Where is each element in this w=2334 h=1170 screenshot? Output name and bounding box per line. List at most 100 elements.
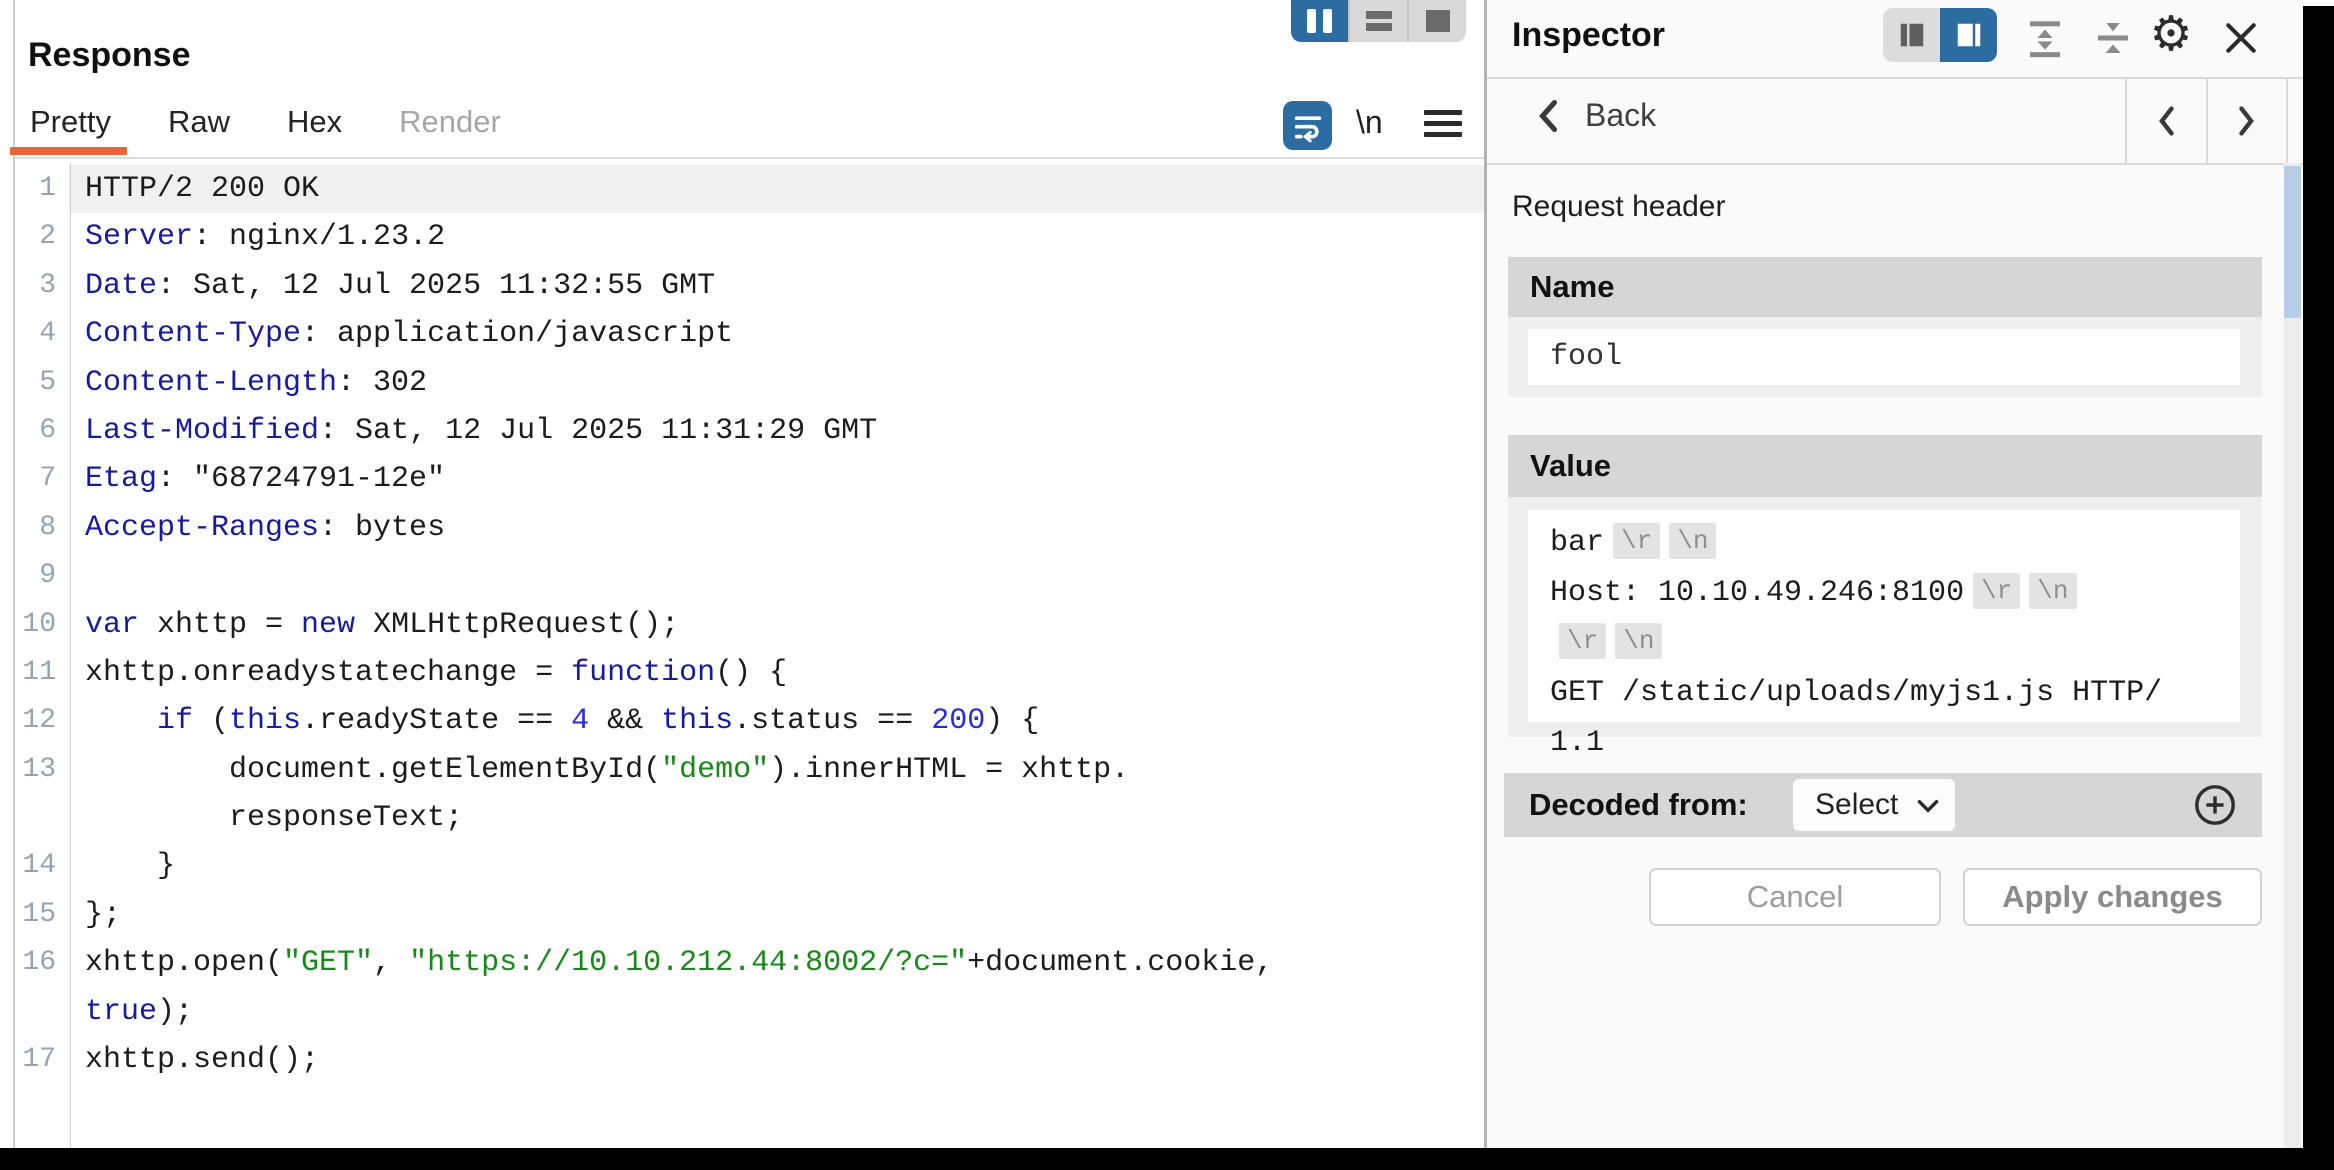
expand-all-button[interactable]	[2019, 12, 2071, 64]
code-text: responseText;	[69, 794, 1484, 842]
value-line: GET /static/uploads/myjs1.js HTTP/	[1550, 668, 2240, 718]
code-text: };	[69, 891, 1484, 939]
code-text: Content-Length: 302	[69, 359, 1484, 407]
line-number: 14	[14, 842, 56, 890]
code-line: true);	[14, 988, 1484, 1036]
tab-hex[interactable]: Hex	[287, 104, 342, 155]
screen-edge-right	[2303, 6, 2334, 1170]
line-number: 16	[14, 939, 56, 987]
scrollbar-thumb[interactable]	[2284, 166, 2301, 318]
code-line: 11xhttp.onreadystatechange = function() …	[14, 649, 1484, 697]
tab-pretty[interactable]: Pretty	[30, 104, 111, 155]
line-number: 12	[14, 697, 56, 745]
inspector-scrollbar[interactable]	[2284, 163, 2301, 1148]
single-pane-icon	[1426, 10, 1450, 32]
name-card-header: Name	[1508, 257, 2262, 317]
code-line: 17 xhttp.send();	[14, 1036, 1484, 1084]
code-text: }	[69, 842, 1484, 890]
show-nonprinting-toggle[interactable]: \n	[1356, 104, 1383, 141]
apply-changes-button[interactable]: Apply changes	[1963, 868, 2262, 926]
collapse-all-icon	[2093, 18, 2133, 58]
code-line: 12 if (this.readyState == 4 && this.stat…	[14, 697, 1484, 745]
plus-circle-icon	[2192, 782, 2238, 828]
line-number: 13	[14, 746, 56, 794]
pause-columns-icon	[1307, 9, 1332, 33]
line-number: 1	[14, 165, 56, 213]
chevron-right-icon	[2236, 104, 2258, 138]
dock-left-button[interactable]	[1883, 8, 1940, 62]
nonprinting-char-chip: \r	[1973, 573, 2020, 609]
code-line: 3Date: Sat, 12 Jul 2025 11:32:55 GMT	[14, 262, 1484, 310]
line-number	[14, 988, 56, 1036]
tab-raw[interactable]: Raw	[168, 104, 230, 155]
code-text: xhttp.send();	[69, 1036, 1484, 1084]
line-number: 17	[14, 1036, 56, 1084]
line-number: 3	[14, 262, 56, 310]
line-number: 4	[14, 310, 56, 358]
code-text: true);	[69, 988, 1484, 1036]
next-item-button[interactable]	[2208, 79, 2286, 163]
value-line: 1.1	[1550, 718, 2240, 768]
code-line: responseText;	[14, 794, 1484, 842]
gear-icon: ⚙	[2149, 8, 2192, 60]
cancel-button[interactable]: Cancel	[1649, 868, 1941, 926]
word-wrap-toggle[interactable]	[1283, 101, 1332, 150]
cancel-label: Cancel	[1747, 879, 1844, 915]
inspector-dock-toggle	[1883, 8, 1997, 62]
editor-menu-button[interactable]	[1424, 110, 1464, 142]
code-text: document.getElementById("demo").innerHTM…	[69, 746, 1484, 794]
nonprinting-char-chip: \n	[2029, 573, 2076, 609]
inspector-header: Inspector	[1487, 0, 2303, 79]
nonprinting-char-chip: \r	[1613, 523, 1660, 559]
code-line: 7 Etag: "68724791-12e"	[14, 455, 1484, 503]
stacked-rows-icon	[1366, 7, 1392, 35]
inspector-close-button[interactable]	[2215, 12, 2267, 64]
decoded-from-select[interactable]: Select	[1793, 779, 1955, 831]
panel-right-icon	[1954, 20, 1984, 50]
response-code-editor[interactable]: 1HTTP/2 200 OK2Server: nginx/1.23.23Date…	[14, 165, 1484, 1084]
decoded-from-label: Decoded from:	[1529, 773, 1748, 837]
name-card: Name fool	[1508, 257, 2262, 397]
inspector-back-row: Back	[1487, 79, 2303, 165]
layout-rows-button[interactable]	[1348, 0, 1407, 42]
inspector-title: Inspector	[1512, 16, 1665, 55]
line-number: 7	[14, 455, 56, 503]
back-button[interactable]: Back	[1535, 97, 1656, 134]
header-value-editor[interactable]: bar\r\nHost: 10.10.49.246:8100\r\n\r\nGE…	[1528, 510, 2240, 722]
code-line: 15};	[14, 891, 1484, 939]
code-line: 14 }	[14, 842, 1484, 890]
code-text: Last-Modified: Sat, 12 Jul 2025 11:31:29…	[69, 407, 1484, 455]
value-line: bar\r\n	[1550, 518, 2240, 568]
code-line: 5Content-Length: 302	[14, 359, 1484, 407]
decoded-from-bar: Decoded from: Select	[1504, 773, 2262, 837]
line-number: 9	[14, 552, 56, 600]
line-number: 8	[14, 504, 56, 552]
code-line: 2Server: nginx/1.23.2	[14, 213, 1484, 261]
header-name-input[interactable]: fool	[1528, 329, 2240, 385]
response-title: Response	[28, 36, 191, 75]
value-header-label: Value	[1530, 448, 1611, 484]
add-decoder-button[interactable]	[2192, 782, 2238, 828]
code-text: Accept-Ranges: bytes	[69, 504, 1484, 552]
dock-right-button[interactable]	[1940, 8, 1997, 62]
chevron-down-icon	[1917, 799, 1939, 813]
code-line: 16xhttp.open("GET", "https://10.10.212.4…	[14, 939, 1484, 987]
chevron-left-icon	[1535, 98, 1559, 134]
message-layout-control	[1291, 0, 1466, 42]
prev-item-button[interactable]	[2127, 79, 2205, 163]
layout-single-button[interactable]	[1407, 0, 1466, 42]
code-text: xhttp.onreadystatechange = function() {	[69, 649, 1484, 697]
code-text: Etag: "68724791-12e"	[69, 455, 1484, 503]
tab-render[interactable]: Render	[399, 104, 501, 155]
screen-edge-bottom	[0, 1148, 2334, 1170]
code-text: Content-Type: application/javascript	[69, 310, 1484, 358]
line-number: 6	[14, 407, 56, 455]
layout-columns-button[interactable]	[1291, 0, 1348, 42]
hamburger-menu-icon	[1424, 110, 1464, 137]
inspector-settings-button[interactable]: ⚙	[2145, 8, 2197, 60]
word-wrap-icon	[1291, 109, 1325, 143]
name-header-label: Name	[1530, 269, 1614, 305]
nonprinting-char-chip: \n	[1669, 523, 1716, 559]
collapse-all-button[interactable]	[2087, 12, 2139, 64]
gutter-separator	[70, 163, 71, 1148]
